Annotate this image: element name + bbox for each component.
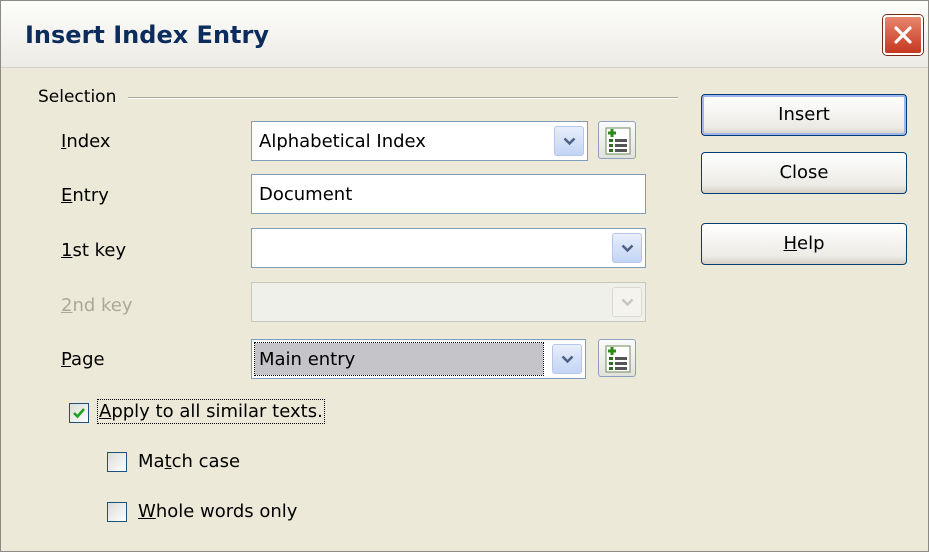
first-key-combobox[interactable] — [251, 228, 646, 268]
entry-label: Entry — [61, 185, 109, 206]
dialog-title: Insert Index Entry — [25, 21, 269, 49]
page-select-value: Main entry — [259, 349, 356, 370]
checkmark-icon — [73, 408, 85, 419]
insert-index-entry-dialog: Insert Index Entry Selection Index Alpha… — [0, 0, 929, 552]
chevron-down-icon — [621, 298, 634, 307]
chevron-down-icon — [561, 355, 574, 364]
page-dropdown-button[interactable] — [552, 344, 582, 374]
chevron-down-icon — [563, 137, 576, 146]
index-label: Index — [61, 131, 111, 152]
insert-button[interactable]: Insert — [701, 94, 907, 136]
selection-group-label: Selection — [38, 87, 129, 107]
whole-words-label[interactable]: Whole words only — [138, 501, 297, 522]
page-select[interactable]: Main entry — [251, 339, 586, 379]
whole-words-checkbox[interactable] — [107, 502, 127, 522]
second-key-label: 2nd key — [61, 295, 133, 316]
apply-all-label[interactable]: Apply to all similar texts. — [97, 399, 325, 424]
title-bar[interactable]: Insert Index Entry — [1, 1, 928, 68]
second-key-dropdown-button — [612, 287, 642, 317]
close-x-icon — [894, 26, 912, 44]
first-key-label: 1st key — [61, 240, 127, 261]
edit-page-entry-button[interactable] — [598, 339, 636, 377]
index-select-value: Alphabetical Index — [259, 131, 426, 152]
first-key-dropdown-button[interactable] — [612, 233, 642, 263]
match-case-checkbox[interactable] — [107, 452, 127, 472]
entry-input[interactable]: Document — [251, 174, 646, 214]
index-select[interactable]: Alphabetical Index — [251, 121, 588, 161]
close-window-button[interactable] — [883, 15, 923, 55]
new-user-index-icon — [605, 345, 631, 373]
chevron-down-icon — [621, 244, 634, 253]
second-key-combobox — [251, 282, 646, 322]
close-button[interactable]: Close — [701, 152, 907, 194]
selection-group-divider — [38, 97, 678, 99]
new-user-index-button[interactable] — [598, 121, 636, 159]
new-user-index-icon — [605, 127, 631, 155]
apply-all-checkbox[interactable] — [69, 403, 89, 423]
entry-input-value: Document — [259, 184, 353, 205]
page-label: Page — [61, 349, 105, 370]
match-case-label[interactable]: Match case — [138, 451, 240, 472]
index-dropdown-button[interactable] — [554, 126, 584, 156]
help-button[interactable]: Help — [701, 223, 907, 265]
